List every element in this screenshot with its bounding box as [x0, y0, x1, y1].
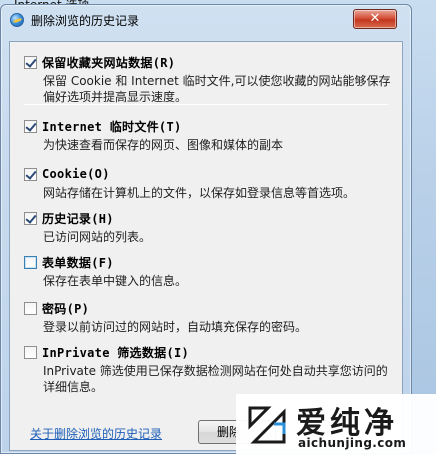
- watermark: 爱纯净 aichunjing.com: [236, 394, 436, 454]
- preserve-favorites-label: 保留收藏夹网站数据(R): [42, 55, 176, 70]
- inprivate-filtering-label: InPrivate 筛选数据(I): [42, 345, 190, 360]
- title-bar: 删除浏览的历史记录 ✕: [1, 5, 411, 35]
- cookies-description: 网站存储在计算机上的文件，以保存如登录信息等首选项。: [43, 186, 356, 200]
- internet-explorer-icon: [10, 13, 24, 27]
- temp-files-checkbox[interactable]: [24, 119, 37, 133]
- option-inprivate-filtering[interactable]: InPrivate 筛选数据(I) InPrivate 筛选使用已保存数据检测网…: [24, 344, 394, 395]
- history-label: 历史记录(H): [42, 211, 114, 226]
- option-passwords[interactable]: 密码(P) 登录以前访问过的网站时，自动填充保存的密码。: [24, 300, 394, 335]
- watermark-url: aichunjing.com: [298, 436, 407, 450]
- option-cookies[interactable]: Cookie(O) 网站存储在计算机上的文件，以保存如登录信息等首选项。: [24, 166, 394, 201]
- history-description: 已访问网站的列表。: [43, 230, 152, 244]
- form-data-checkbox[interactable]: [24, 255, 37, 269]
- history-checkbox[interactable]: [24, 211, 37, 225]
- cookies-checkbox[interactable]: [24, 167, 37, 181]
- inprivate-filtering-checkbox[interactable]: [24, 345, 37, 359]
- delete-history-dialog: 删除浏览的历史记录 ✕ 保留收藏夹网站数据(R) 保留 Cookie 和 Int…: [0, 4, 412, 454]
- option-history[interactable]: 历史记录(H) 已访问网站的列表。: [24, 210, 394, 245]
- form-data-description: 保存在表单中键入的信息。: [43, 274, 188, 288]
- passwords-label: 密码(P): [42, 301, 90, 316]
- inprivate-filtering-description: InPrivate 筛选使用已保存数据检测网站在何处自动共享您访问的详细信息。: [43, 364, 388, 394]
- temp-files-description: 为快速查看而保存的网页、图像和媒体的副本: [43, 138, 284, 152]
- separator: [24, 104, 388, 105]
- close-button[interactable]: ✕: [353, 9, 397, 29]
- passwords-checkbox[interactable]: [24, 301, 37, 315]
- preserve-favorites-checkbox[interactable]: [24, 55, 37, 69]
- temp-files-label: Internet 临时文件(T): [42, 119, 182, 134]
- watermark-logo-icon: [248, 406, 286, 444]
- form-data-label: 表单数据(F): [42, 255, 114, 270]
- cookies-label: Cookie(O): [42, 167, 110, 181]
- about-delete-history-link[interactable]: 关于删除浏览的历史记录: [30, 425, 162, 442]
- dialog-title: 删除浏览的历史记录: [31, 14, 140, 28]
- dialog-content: 保留收藏夹网站数据(R) 保留 Cookie 和 Internet 临时文件,可…: [9, 41, 403, 451]
- passwords-description: 登录以前访问过的网站时，自动填充保存的密码。: [43, 320, 308, 334]
- option-preserve-favorites[interactable]: 保留收藏夹网站数据(R) 保留 Cookie 和 Internet 临时文件,可…: [24, 54, 394, 105]
- preserve-favorites-description: 保留 Cookie 和 Internet 临时文件,可以使您收藏的网站能够保存偏…: [43, 74, 391, 104]
- option-temp-files[interactable]: Internet 临时文件(T) 为快速查看而保存的网页、图像和媒体的副本: [24, 118, 394, 153]
- option-form-data[interactable]: 表单数据(F) 保存在表单中键入的信息。: [24, 254, 394, 289]
